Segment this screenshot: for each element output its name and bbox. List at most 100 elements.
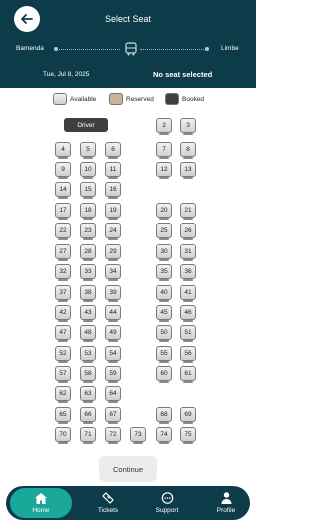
seat-18[interactable]: 18 <box>80 203 96 220</box>
seat-57[interactable]: 57 <box>55 366 71 383</box>
seat-63[interactable]: 63 <box>80 386 96 403</box>
seat-38[interactable]: 38 <box>80 285 96 302</box>
seat-35[interactable]: 35 <box>156 264 172 281</box>
bottom-nav: Home Tickets Support Profile <box>6 486 250 520</box>
seat-30[interactable]: 30 <box>156 244 172 261</box>
seat-46[interactable]: 46 <box>180 305 196 322</box>
seat-75[interactable]: 75 <box>180 427 196 444</box>
seat-26[interactable]: 26 <box>180 223 196 240</box>
legend-reserved: Reserved <box>109 93 154 105</box>
seat-29[interactable]: 29 <box>105 244 121 261</box>
seat-19[interactable]: 19 <box>105 203 121 220</box>
seat-42[interactable]: 42 <box>55 305 71 322</box>
seat-12[interactable]: 12 <box>156 162 172 179</box>
seat-39[interactable]: 39 <box>105 285 121 302</box>
seat-10[interactable]: 10 <box>80 162 96 179</box>
seat-8[interactable]: 8 <box>180 142 196 159</box>
seat-48[interactable]: 48 <box>80 325 96 342</box>
seat-66[interactable]: 66 <box>80 407 96 424</box>
seat-72[interactable]: 72 <box>105 427 121 444</box>
seat-64[interactable]: 64 <box>105 386 121 403</box>
seat-36[interactable]: 36 <box>180 264 196 281</box>
nav-home[interactable]: Home <box>10 488 72 518</box>
seat-6[interactable]: 6 <box>105 142 121 159</box>
nav-support[interactable]: Support <box>139 486 195 520</box>
seat-5[interactable]: 5 <box>80 142 96 159</box>
seat-14[interactable]: 14 <box>55 182 71 199</box>
seat-49[interactable]: 49 <box>105 325 121 342</box>
seat-3[interactable]: 3 <box>180 118 196 135</box>
legend-booked: Booked <box>165 93 204 105</box>
seat-15[interactable]: 15 <box>80 182 96 199</box>
seat-55[interactable]: 55 <box>156 346 172 363</box>
seat-7[interactable]: 7 <box>156 142 172 159</box>
seat-53[interactable]: 53 <box>80 346 96 363</box>
seat-51[interactable]: 51 <box>180 325 196 342</box>
page-title: Select Seat <box>104 14 152 24</box>
ticket-icon <box>102 492 114 504</box>
seat-16[interactable]: 16 <box>105 182 121 199</box>
seat-74[interactable]: 74 <box>156 427 172 444</box>
home-icon <box>35 492 47 504</box>
seat-62[interactable]: 62 <box>55 386 71 403</box>
seat-28[interactable]: 28 <box>80 244 96 261</box>
seat-27[interactable]: 27 <box>55 244 71 261</box>
seat-44[interactable]: 44 <box>105 305 121 322</box>
seat-4[interactable]: 4 <box>55 142 71 159</box>
seat-40[interactable]: 40 <box>156 285 172 302</box>
seat-33[interactable]: 33 <box>80 264 96 281</box>
seat-52[interactable]: 52 <box>55 346 71 363</box>
seat-69[interactable]: 69 <box>180 407 196 424</box>
chat-bubble-icon <box>161 492 173 504</box>
seat-23[interactable]: 23 <box>80 223 96 240</box>
seat-68[interactable]: 68 <box>156 407 172 424</box>
seat-54[interactable]: 54 <box>105 346 121 363</box>
seat-60[interactable]: 60 <box>156 366 172 383</box>
destination-dot <box>205 47 209 51</box>
seat-17[interactable]: 17 <box>55 203 71 220</box>
seat-21[interactable]: 21 <box>180 203 196 220</box>
seat-67[interactable]: 67 <box>105 407 121 424</box>
legend-booked-label: Booked <box>182 95 205 103</box>
seat-50[interactable]: 50 <box>156 325 172 342</box>
seat-59[interactable]: 59 <box>105 366 121 383</box>
seat-24[interactable]: 24 <box>105 223 121 240</box>
booked-swatch <box>165 93 179 105</box>
seat-45[interactable]: 45 <box>156 305 172 322</box>
seat-61[interactable]: 61 <box>180 366 196 383</box>
seat-41[interactable]: 41 <box>180 285 196 302</box>
seat-34[interactable]: 34 <box>105 264 121 281</box>
seat-70[interactable]: 70 <box>55 427 71 444</box>
legend-reserved-label: Reserved <box>126 95 154 103</box>
seat-65[interactable]: 65 <box>55 407 71 424</box>
seat-58[interactable]: 58 <box>80 366 96 383</box>
route-line-left <box>57 49 120 50</box>
driver-seat: Driver <box>64 118 108 132</box>
selection-status: No seat selected <box>153 70 213 79</box>
continue-button[interactable]: Continue <box>99 456 157 482</box>
seat-32[interactable]: 32 <box>55 264 71 281</box>
seat-43[interactable]: 43 <box>80 305 96 322</box>
seat-13[interactable]: 13 <box>180 162 196 179</box>
nav-tickets[interactable]: Tickets <box>80 486 136 520</box>
legend-available: Available <box>53 93 96 105</box>
seat-9[interactable]: 9 <box>55 162 71 179</box>
header: Select Seat Bamenda Limbe Tue, Jul 8, 20… <box>0 0 256 88</box>
seat-11[interactable]: 11 <box>105 162 121 179</box>
seat-47[interactable]: 47 <box>55 325 71 342</box>
seat-37[interactable]: 37 <box>55 285 71 302</box>
seat-25[interactable]: 25 <box>156 223 172 240</box>
route-indicator: Bamenda Limbe <box>0 42 256 58</box>
nav-home-label: Home <box>32 506 50 514</box>
nav-profile[interactable]: Profile <box>198 486 254 520</box>
origin-city: Bamenda <box>16 45 44 52</box>
seat-2[interactable]: 2 <box>156 118 172 135</box>
seat-73[interactable]: 73 <box>130 427 146 444</box>
seat-20[interactable]: 20 <box>156 203 172 220</box>
seat-31[interactable]: 31 <box>180 244 196 261</box>
nav-support-label: Support <box>155 507 179 514</box>
reserved-swatch <box>109 93 123 105</box>
seat-71[interactable]: 71 <box>80 427 96 444</box>
seat-22[interactable]: 22 <box>55 223 71 240</box>
seat-56[interactable]: 56 <box>180 346 196 363</box>
